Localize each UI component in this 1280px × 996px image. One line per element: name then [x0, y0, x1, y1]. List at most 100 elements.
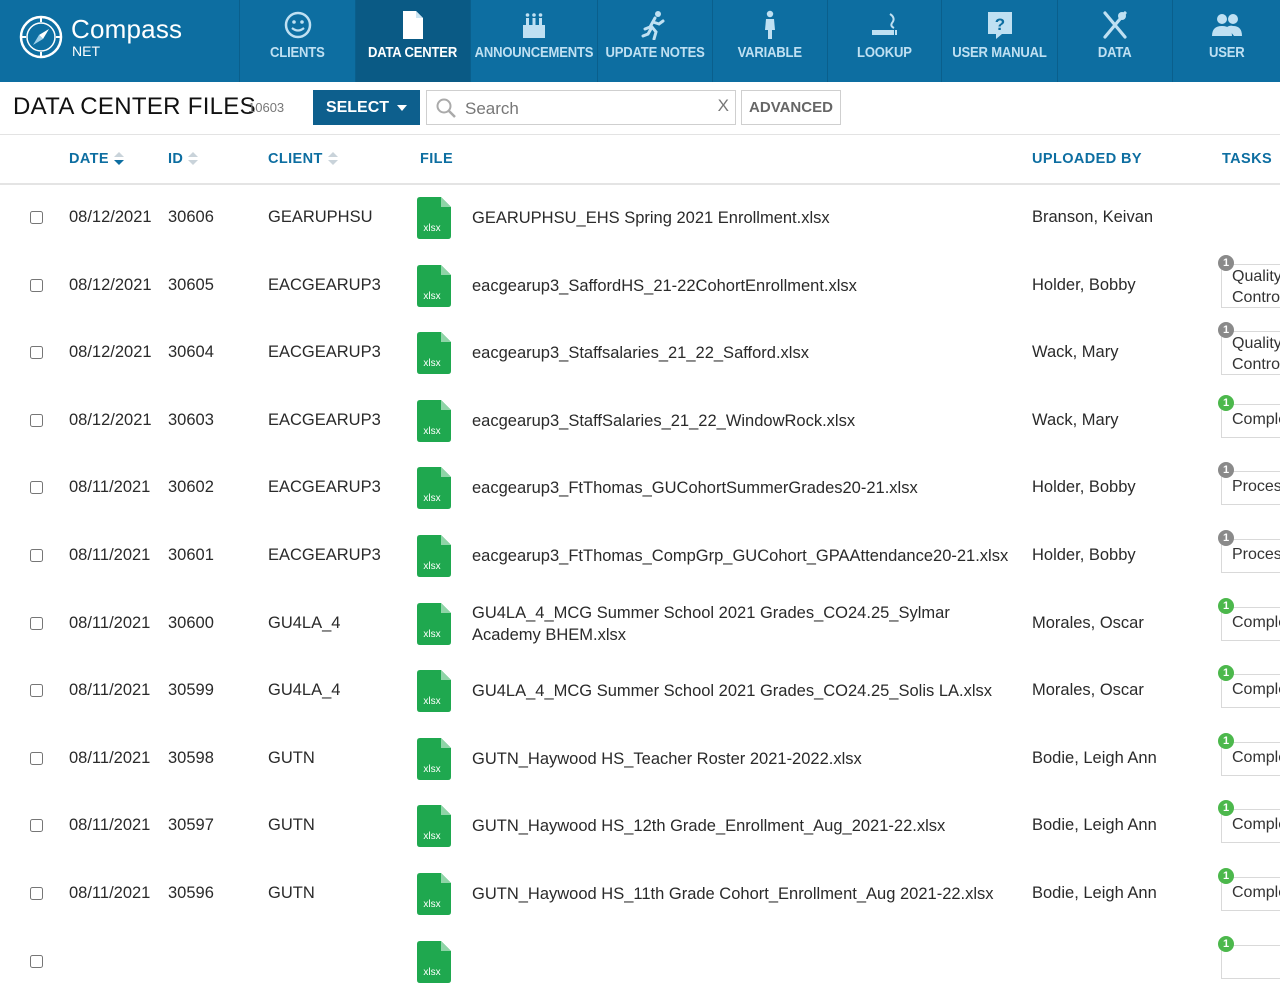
excel-file-icon[interactable]: xlsx [417, 940, 451, 983]
table-row[interactable]: xlsx 1 [0, 929, 1280, 996]
nav-lookup[interactable]: LOOKUP [827, 0, 941, 82]
table-row[interactable]: 08/11/2021 30597 GUTN xlsx GUTN_Haywood HS_1… [0, 793, 1280, 861]
svg-text:xlsx: xlsx [423, 696, 440, 707]
excel-file-icon[interactable]: xlsx [417, 602, 451, 645]
task-status-button[interactable]: 1 Quality Control [1218, 322, 1280, 376]
svg-text:xlsx: xlsx [423, 561, 440, 572]
task-count-badge: 1 [1218, 935, 1234, 952]
task-status-button[interactable]: 1Processing [1218, 530, 1280, 573]
row-id: 30597 [168, 816, 214, 835]
nav-update-notes[interactable]: UPDATE NOTES [597, 0, 712, 82]
users-icon [1207, 10, 1247, 40]
row-file-link[interactable]: eacgearup3_StaffSalaries_21_22_WindowRoc… [472, 410, 1017, 432]
table-row[interactable]: 08/12/2021 30603 EACGEARUP3 xlsx eacgearup3_… [0, 388, 1280, 456]
table-row[interactable]: 08/11/2021 30600 GU4LA_4 xlsx GU4LA_4_MCG Su… [0, 591, 1280, 659]
row-date: 08/11/2021 [69, 613, 151, 632]
row-checkbox[interactable] [30, 751, 43, 765]
table-row[interactable]: 08/12/2021 30604 EACGEARUP3 xlsx eacgearup3_… [0, 320, 1280, 388]
row-checkbox[interactable] [30, 346, 43, 360]
excel-file-icon[interactable]: xlsx [417, 399, 451, 442]
task-status-button[interactable]: 1 Quality Control [1218, 254, 1280, 308]
row-checkbox[interactable] [30, 413, 43, 427]
table-row[interactable]: 08/11/2021 30596 GUTN xlsx GUTN_Haywood HS_1… [0, 861, 1280, 929]
task-status-button[interactable]: 1Complete [1218, 597, 1280, 641]
row-checkbox[interactable] [30, 211, 43, 224]
nav-user-manual[interactable]: ? USER MANUAL [941, 0, 1057, 82]
brand[interactable]: Compass NET [0, 0, 239, 82]
nav-label: USER [1208, 45, 1245, 61]
row-checkbox[interactable] [30, 278, 43, 292]
task-status-button[interactable]: 1Complete [1218, 868, 1280, 911]
row-id: 30600 [168, 613, 214, 632]
advanced-search-button[interactable]: ADVANCED [741, 90, 841, 125]
row-checkbox[interactable] [30, 954, 43, 968]
row-checkbox[interactable] [30, 616, 43, 630]
excel-file-icon[interactable]: xlsx [417, 467, 451, 510]
table-row[interactable]: 08/12/2021 30605 EACGEARUP3 xlsx eacgearup3_… [0, 253, 1280, 321]
excel-file-icon[interactable]: xlsx [417, 264, 451, 307]
clear-search-button[interactable]: X [718, 96, 729, 116]
search-input[interactable] [463, 95, 707, 122]
brand-name: Compass [71, 14, 183, 44]
column-id[interactable]: ID [168, 151, 199, 167]
column-file-label: FILE [420, 151, 454, 167]
row-checkbox[interactable] [30, 481, 43, 495]
row-file-link[interactable]: eacgearup3_Staffsalaries_21_22_Safford.x… [472, 342, 1017, 364]
row-date: 08/12/2021 [69, 343, 152, 362]
row-client: EACGEARUP3 [268, 275, 381, 294]
row-client: GUTN [268, 748, 315, 767]
row-id: 30606 [168, 208, 214, 226]
row-file-link[interactable]: GUTN_Haywood HS_12th Grade_Enrollment_Au… [472, 815, 1017, 837]
row-checkbox[interactable] [30, 549, 43, 562]
row-uploaded-by: Wack, Mary [1032, 410, 1119, 429]
nav-announcements[interactable]: ANNOUNCEMENTS [470, 0, 597, 82]
row-file-link[interactable]: GUTN_Haywood HS_11th Grade Cohort_Enroll… [472, 883, 1017, 905]
nav-clients[interactable]: CLIENTS [239, 0, 355, 82]
nav-data-center[interactable]: DATA CENTER [355, 0, 470, 82]
task-status-label: Complete [1232, 816, 1280, 834]
select-button[interactable]: SELECT [313, 90, 420, 125]
excel-file-icon[interactable]: xlsx [417, 197, 451, 239]
excel-file-icon[interactable]: xlsx [417, 805, 451, 848]
task-status-button[interactable]: 1Complete [1218, 732, 1280, 776]
task-status-button[interactable]: 1Complete [1218, 665, 1280, 709]
row-checkbox[interactable] [30, 819, 43, 833]
table-row[interactable]: 08/12/2021 30606 GEARUPHSU xlsx GEARUPHSU_EH… [0, 185, 1280, 253]
task-status-button[interactable]: 1Processing [1218, 462, 1280, 506]
task-status-button[interactable]: 1Complete [1218, 394, 1280, 438]
row-id: 30602 [168, 478, 214, 497]
column-date[interactable]: DATE [69, 151, 124, 167]
task-status-label: Complete [1232, 884, 1280, 901]
column-uploaded-by-label: UPLOADED BY [1032, 151, 1142, 167]
row-client: GU4LA_4 [268, 681, 341, 700]
row-file-link[interactable]: GU4LA_4_MCG Summer School 2021 Grades_CO… [472, 602, 1017, 646]
row-checkbox[interactable] [30, 887, 43, 900]
row-file-link[interactable]: eacgearup3_FtThomas_GUCohortSummerGrades… [472, 477, 1017, 499]
row-checkbox[interactable] [30, 684, 43, 698]
table-row[interactable]: 08/11/2021 30602 EACGEARUP3 xlsx eacgearup3_… [0, 455, 1280, 523]
nav-data[interactable]: DATA [1057, 0, 1172, 82]
row-date: 08/11/2021 [69, 748, 151, 767]
excel-file-icon[interactable]: xlsx [417, 737, 451, 780]
column-client[interactable]: CLIENT [268, 151, 338, 167]
excel-file-icon[interactable]: xlsx [417, 670, 451, 713]
excel-file-icon[interactable]: xlsx [417, 332, 451, 375]
row-file-link[interactable]: eacgearup3_SaffordHS_21-22CohortEnrollme… [472, 275, 1017, 297]
row-file-link[interactable]: eacgearup3_FtThomas_CompGrp_GUCohort_GPA… [472, 545, 1017, 567]
help-icon: ? [980, 10, 1020, 40]
table-row[interactable]: 08/11/2021 30601 EACGEARUP3 xlsx eacgearup3_… [0, 523, 1280, 591]
table-row[interactable]: 08/11/2021 30598 GUTN xlsx GUTN_Haywood HS_T… [0, 726, 1280, 794]
task-status-label: Processing [1232, 478, 1280, 496]
excel-file-icon[interactable]: xlsx [417, 873, 451, 915]
row-date: 08/11/2021 [69, 884, 151, 902]
row-file-link[interactable]: GEARUPHSU_EHS Spring 2021 Enrollment.xls… [472, 207, 1017, 229]
row-file-link[interactable]: GU4LA_4_MCG Summer School 2021 Grades_CO… [472, 680, 1017, 702]
excel-file-icon[interactable]: xlsx [417, 535, 451, 577]
row-client: EACGEARUP3 [268, 410, 381, 429]
task-status-button[interactable]: 1Complete [1218, 800, 1280, 844]
nav-variable[interactable]: VARIABLE [712, 0, 827, 82]
row-file-link[interactable]: GUTN_Haywood HS_Teacher Roster 2021-2022… [472, 748, 1017, 770]
table-row[interactable]: 08/11/2021 30599 GU4LA_4 xlsx GU4LA_4_MCG Su… [0, 658, 1280, 726]
task-status-button[interactable]: 1 [1218, 935, 1280, 979]
nav-user[interactable]: USER [1172, 0, 1280, 82]
